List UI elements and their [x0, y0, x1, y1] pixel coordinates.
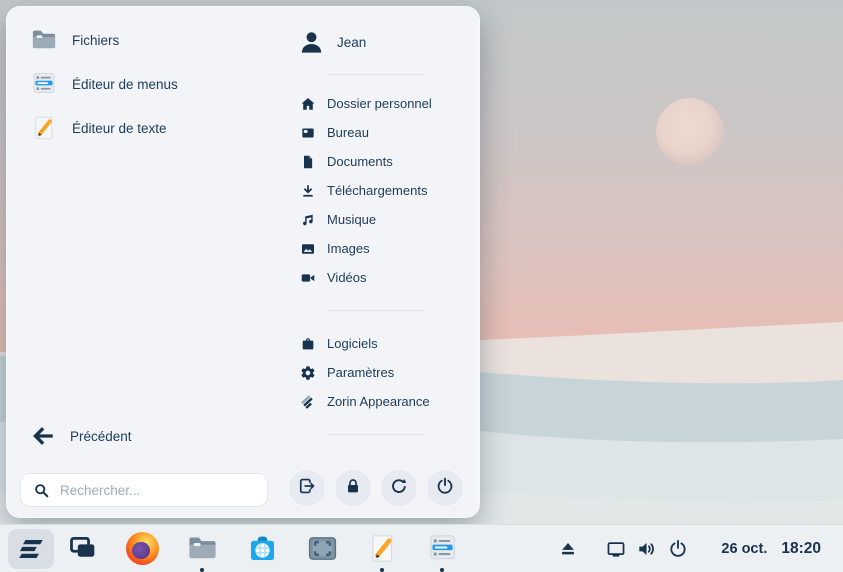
taskbar-workspaces-button[interactable]	[64, 531, 100, 567]
divider	[328, 310, 424, 311]
restart-button[interactable]	[381, 470, 417, 506]
volume-icon[interactable]	[636, 538, 658, 560]
taskbar-software-store-button[interactable]	[244, 531, 280, 567]
place-item-pictures[interactable]: Images	[294, 234, 472, 263]
screenshot-tool-icon	[306, 532, 339, 565]
back-arrow-icon	[30, 423, 56, 449]
user-item[interactable]: Jean	[294, 20, 472, 64]
place-item-desktop[interactable]: Bureau	[294, 118, 472, 147]
logout-button[interactable]	[289, 470, 325, 506]
taskbar-firefox-button[interactable]	[124, 531, 160, 567]
taskbar: 26 oct. 18:20	[0, 524, 843, 572]
place-item-music[interactable]: Musique	[294, 205, 472, 234]
session-buttons	[289, 470, 463, 506]
home-icon	[300, 96, 316, 112]
power-icon	[435, 476, 455, 501]
system-item-settings[interactable]: Paramètres	[294, 358, 472, 387]
menu-editor-icon	[30, 70, 58, 98]
app-item-files[interactable]: Fichiers	[20, 18, 280, 62]
workspaces-icon	[66, 532, 99, 565]
app-item-menu-editor[interactable]: Éditeur de menus	[20, 62, 280, 106]
software-briefcase-icon	[300, 336, 316, 352]
running-indicator	[440, 568, 444, 572]
zorin-app-menu: Fichiers Éditeur de menus Éditeur de tex…	[6, 6, 480, 518]
search-icon	[33, 482, 50, 499]
time-label: 18:20	[781, 540, 821, 558]
app-item-text-editor[interactable]: Éditeur de texte	[20, 106, 280, 150]
app-item-label: Éditeur de menus	[72, 77, 178, 92]
taskbar-text-editor-button[interactable]	[364, 531, 400, 567]
text-editor-icon	[366, 532, 399, 565]
back-button[interactable]: Précédent	[30, 420, 132, 452]
video-icon	[300, 270, 316, 286]
search-box[interactable]	[20, 473, 268, 507]
logout-icon	[297, 476, 317, 501]
image-icon	[300, 241, 316, 257]
system-item-software[interactable]: Logiciels	[294, 329, 472, 358]
shutdown-button[interactable]	[427, 470, 463, 506]
files-folder-icon	[186, 532, 219, 565]
divider	[328, 434, 424, 435]
user-name: Jean	[337, 35, 366, 50]
firefox-icon	[126, 532, 159, 565]
document-icon	[300, 154, 316, 170]
place-item-documents[interactable]: Documents	[294, 147, 472, 176]
back-label: Précédent	[70, 429, 132, 444]
date-label: 26 oct.	[721, 541, 767, 557]
running-indicator	[380, 568, 384, 572]
place-item-home[interactable]: Dossier personnel	[294, 89, 472, 118]
lock-button[interactable]	[335, 470, 371, 506]
taskbar-files-button[interactable]	[184, 531, 220, 567]
place-item-videos[interactable]: Vidéos	[294, 263, 472, 292]
app-item-label: Fichiers	[72, 33, 119, 48]
display-icon[interactable]	[605, 538, 627, 560]
app-list: Fichiers Éditeur de menus Éditeur de tex…	[20, 18, 280, 150]
system-tray: 26 oct. 18:20	[557, 538, 821, 560]
zorin-appearance-icon	[300, 394, 316, 410]
place-item-downloads[interactable]: Téléchargements	[294, 176, 472, 205]
eject-icon[interactable]	[557, 538, 579, 560]
power-icon[interactable]	[667, 538, 689, 560]
taskbar-menu-editor-button[interactable]	[424, 531, 460, 567]
moon	[656, 98, 724, 166]
taskbar-screenshot-tool-button[interactable]	[304, 531, 340, 567]
text-editor-icon	[30, 114, 58, 142]
restart-icon	[389, 476, 409, 501]
software-store-icon	[246, 532, 279, 565]
taskbar-clock[interactable]: 26 oct. 18:20	[721, 540, 821, 558]
divider	[328, 74, 424, 75]
user-avatar-icon	[298, 29, 325, 56]
music-icon	[300, 212, 316, 228]
download-icon	[300, 183, 316, 199]
menu-editor-icon	[426, 532, 459, 565]
zorin-logo-icon	[16, 534, 46, 564]
running-indicator	[200, 568, 204, 572]
settings-gear-icon	[300, 365, 316, 381]
files-folder-icon	[30, 26, 58, 54]
search-input[interactable]	[60, 483, 267, 498]
lock-icon	[343, 476, 363, 501]
system-item-zorin-appearance[interactable]: Zorin Appearance	[294, 387, 472, 416]
taskbar-zorin-menu-button[interactable]	[8, 529, 54, 569]
app-item-label: Éditeur de texte	[72, 121, 167, 136]
desktop-icon	[300, 125, 316, 141]
places-panel: Jean Dossier personnel Bureau Documen	[294, 18, 472, 453]
